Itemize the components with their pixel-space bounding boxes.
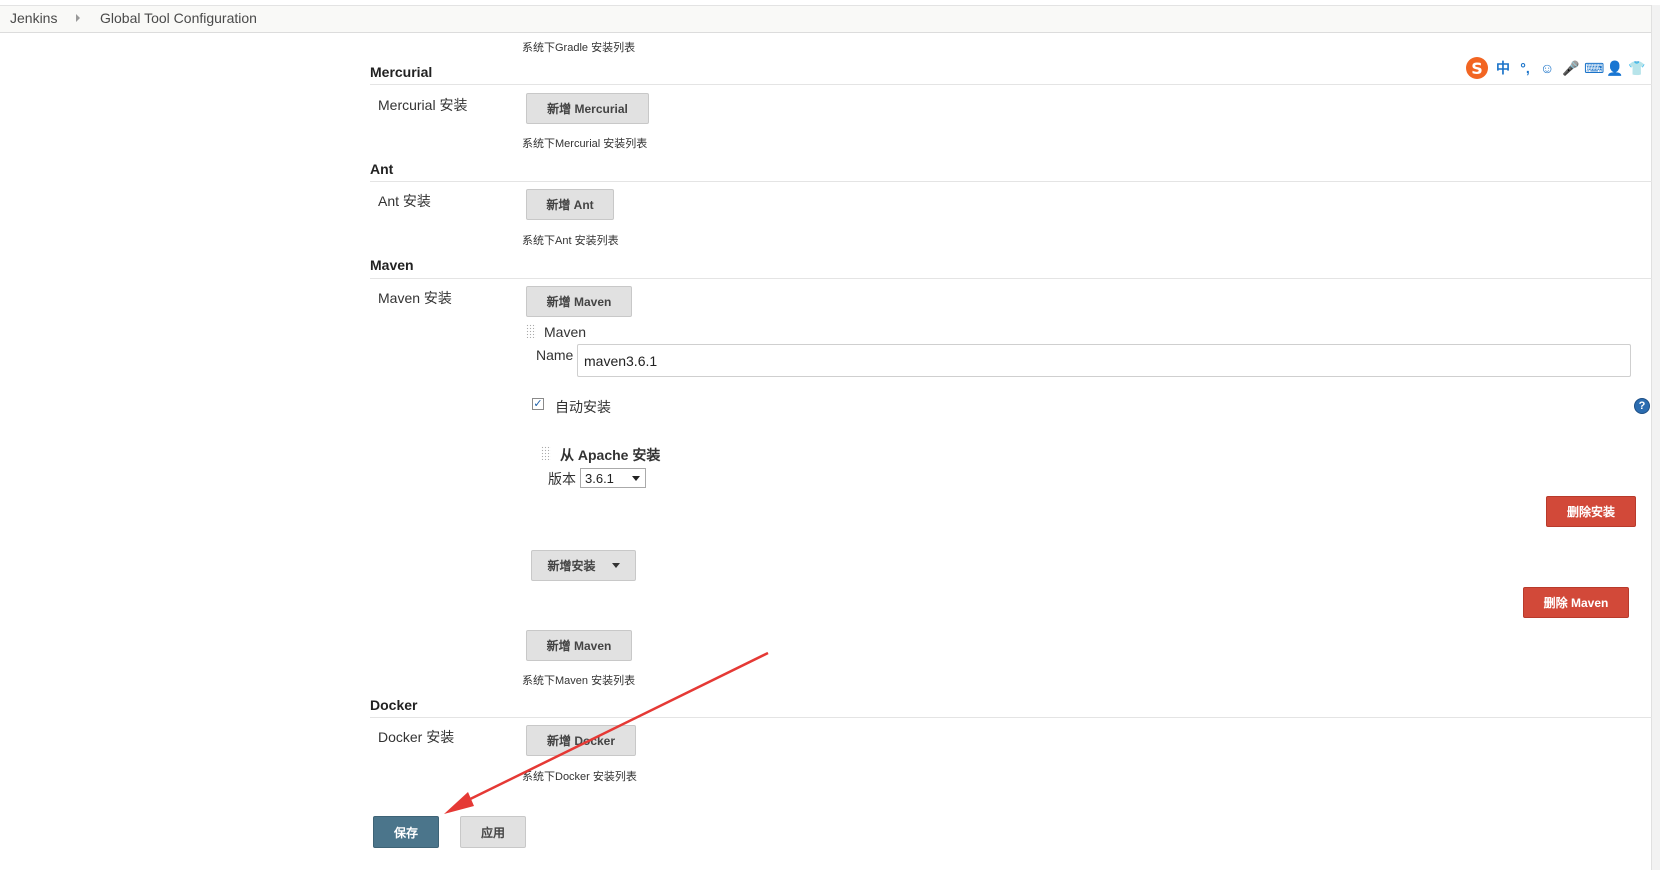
maven-name-label: Name: [536, 347, 574, 363]
breadcrumb-current-link[interactable]: Global Tool Configuration: [100, 10, 257, 26]
add-mercurial-button[interactable]: 新增 Mercurial: [526, 93, 649, 124]
maven-item-title: Maven: [544, 324, 587, 340]
add-installer-label: 新增安装: [547, 559, 596, 573]
ime-emoji-icon[interactable]: ☺: [1540, 60, 1554, 76]
ant-install-label: Ant 安装: [378, 193, 431, 209]
docker-list-description: 系统下Docker 安装列表: [522, 771, 637, 783]
docker-divider: [370, 717, 1652, 718]
maven-list-description: 系统下Maven 安装列表: [522, 675, 636, 687]
ime-keyboard-icon[interactable]: ⌨: [1584, 60, 1604, 77]
maven-divider: [370, 278, 1652, 279]
version-select-value: 3.6.1: [585, 470, 614, 486]
auto-install-label: 自动安装: [555, 399, 611, 415]
maven-install-label: Maven 安装: [378, 290, 452, 306]
docker-install-label: Docker 安装: [378, 729, 455, 745]
ime-toolbar[interactable]: S 中 °, ☺ 🎤 ⌨ 👤 👕: [1466, 56, 1656, 80]
maven-section-title: Maven: [370, 257, 414, 273]
add-maven-button-top[interactable]: 新增 Maven: [526, 286, 632, 317]
mercurial-section-title: Mercurial: [370, 64, 433, 80]
installer-title: 从 Apache 安装: [560, 447, 661, 463]
ime-logo-icon[interactable]: S: [1466, 57, 1488, 79]
auto-install-checkbox[interactable]: ✓: [532, 398, 544, 410]
ime-chinese-mode-icon[interactable]: 中: [1496, 58, 1510, 78]
vertical-scrollbar[interactable]: [1651, 5, 1660, 870]
ime-punctuation-icon[interactable]: °,: [1518, 60, 1532, 76]
apply-button[interactable]: 应用: [460, 816, 526, 848]
ant-divider: [370, 181, 1652, 182]
version-label: 版本: [548, 471, 576, 487]
add-maven-button-bottom[interactable]: 新增 Maven: [526, 630, 632, 661]
mercurial-list-description: 系统下Mercurial 安装列表: [522, 138, 648, 150]
delete-maven-button[interactable]: 删除 Maven: [1523, 587, 1629, 618]
add-docker-button[interactable]: 新增 Docker: [526, 725, 636, 756]
arrow-head: [444, 792, 474, 814]
gradle-list-description: 系统下Gradle 安装列表: [522, 42, 636, 54]
annotation-arrow-icon: [444, 651, 769, 814]
docker-section-title: Docker: [370, 697, 418, 713]
version-select[interactable]: 3.6.1: [580, 468, 646, 488]
dropdown-caret-icon: [611, 563, 620, 568]
ant-section-title: Ant: [370, 161, 394, 177]
save-button[interactable]: 保存: [373, 816, 439, 848]
ime-user-icon[interactable]: 👤: [1606, 60, 1623, 77]
help-icon[interactable]: ?: [1634, 398, 1650, 414]
breadcrumb-jenkins-link[interactable]: Jenkins: [10, 10, 57, 26]
mercurial-divider: [370, 84, 1652, 85]
ime-skin-icon[interactable]: 👕: [1628, 60, 1645, 77]
delete-installer-button[interactable]: 删除安装: [1546, 496, 1636, 527]
ime-microphone-icon[interactable]: 🎤: [1562, 60, 1579, 77]
add-ant-button[interactable]: 新增 Ant: [526, 189, 614, 220]
ant-list-description: 系统下Ant 安装列表: [522, 235, 619, 247]
maven-drag-handle-icon[interactable]: [526, 324, 536, 338]
mercurial-install-label: Mercurial 安装: [378, 97, 468, 113]
add-installer-dropdown-button[interactable]: 新增安装: [531, 550, 636, 581]
chevron-down-icon: [632, 476, 640, 481]
breadcrumb-separator-icon: [76, 14, 80, 22]
installer-drag-handle-icon[interactable]: [541, 446, 551, 460]
maven-name-input[interactable]: [577, 344, 1631, 377]
